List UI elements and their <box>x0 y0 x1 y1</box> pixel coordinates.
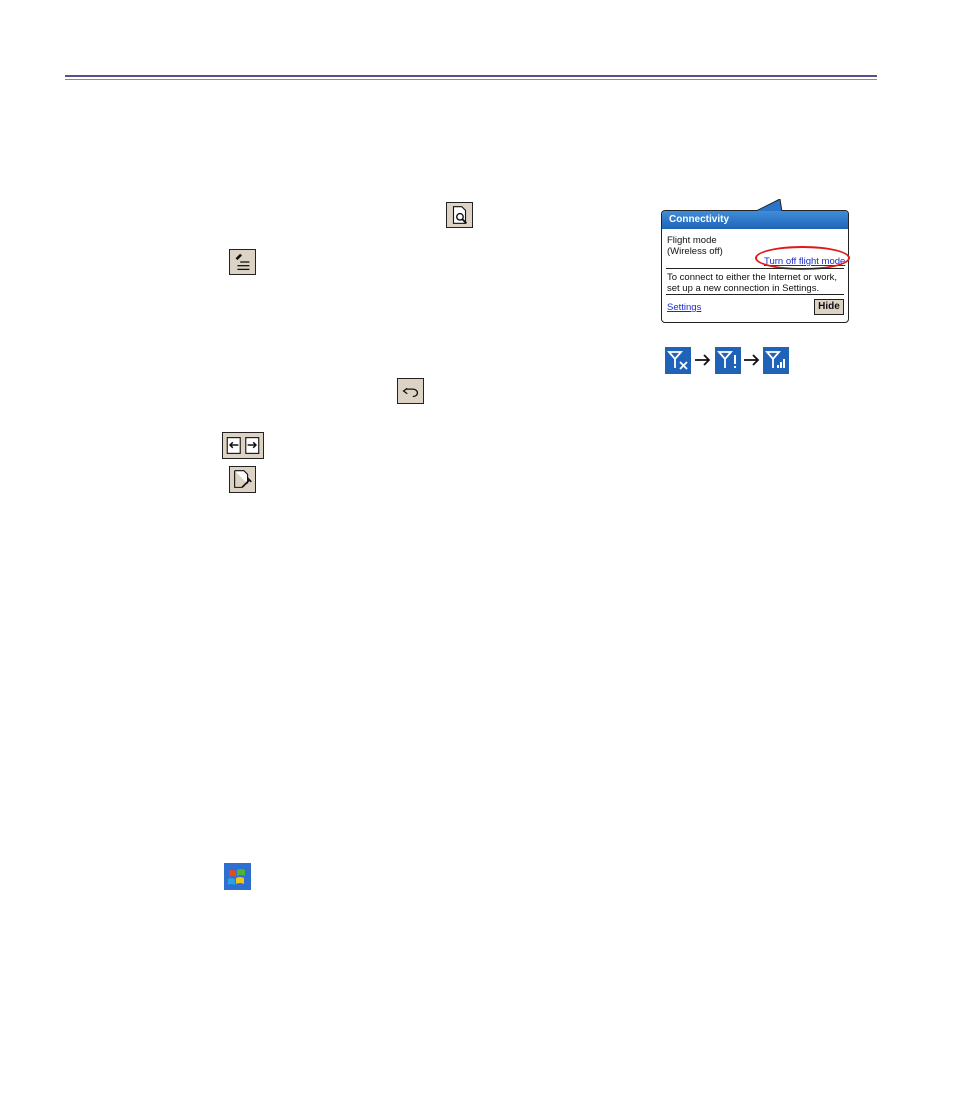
settings-link[interactable]: Settings <box>667 302 701 313</box>
connectivity-popup: Connectivity Flight mode (Wireless off) … <box>661 199 850 323</box>
popup-divider-bottom <box>666 294 844 295</box>
undo-icon[interactable] <box>397 378 424 404</box>
signal-full-icon <box>763 347 789 374</box>
highlight-oval <box>755 246 850 270</box>
arrow-right-icon <box>744 354 760 366</box>
popup-divider <box>666 268 844 269</box>
signal-searching-icon <box>715 347 741 374</box>
page-prev-next-icon[interactable] <box>222 432 264 459</box>
header-rule-thick <box>65 75 877 77</box>
signal-off-icon <box>665 347 691 374</box>
flight-mode-label: Flight mode <box>667 235 717 246</box>
zoom-page-icon[interactable] <box>446 202 473 228</box>
wireless-off-label: (Wireless off) <box>667 246 723 257</box>
info-line-1: To connect to either the Internet or wor… <box>667 272 838 283</box>
format-lines-icon[interactable] <box>229 249 256 275</box>
header-rule-thin <box>65 79 877 80</box>
info-line-2: set up a new connection in Settings. <box>667 283 820 294</box>
windows-start-icon[interactable] <box>224 863 251 890</box>
document-tools-icon[interactable] <box>229 466 256 493</box>
popup-title: Connectivity <box>662 211 848 229</box>
hide-button[interactable]: Hide <box>814 299 844 315</box>
arrow-right-icon <box>695 354 711 366</box>
